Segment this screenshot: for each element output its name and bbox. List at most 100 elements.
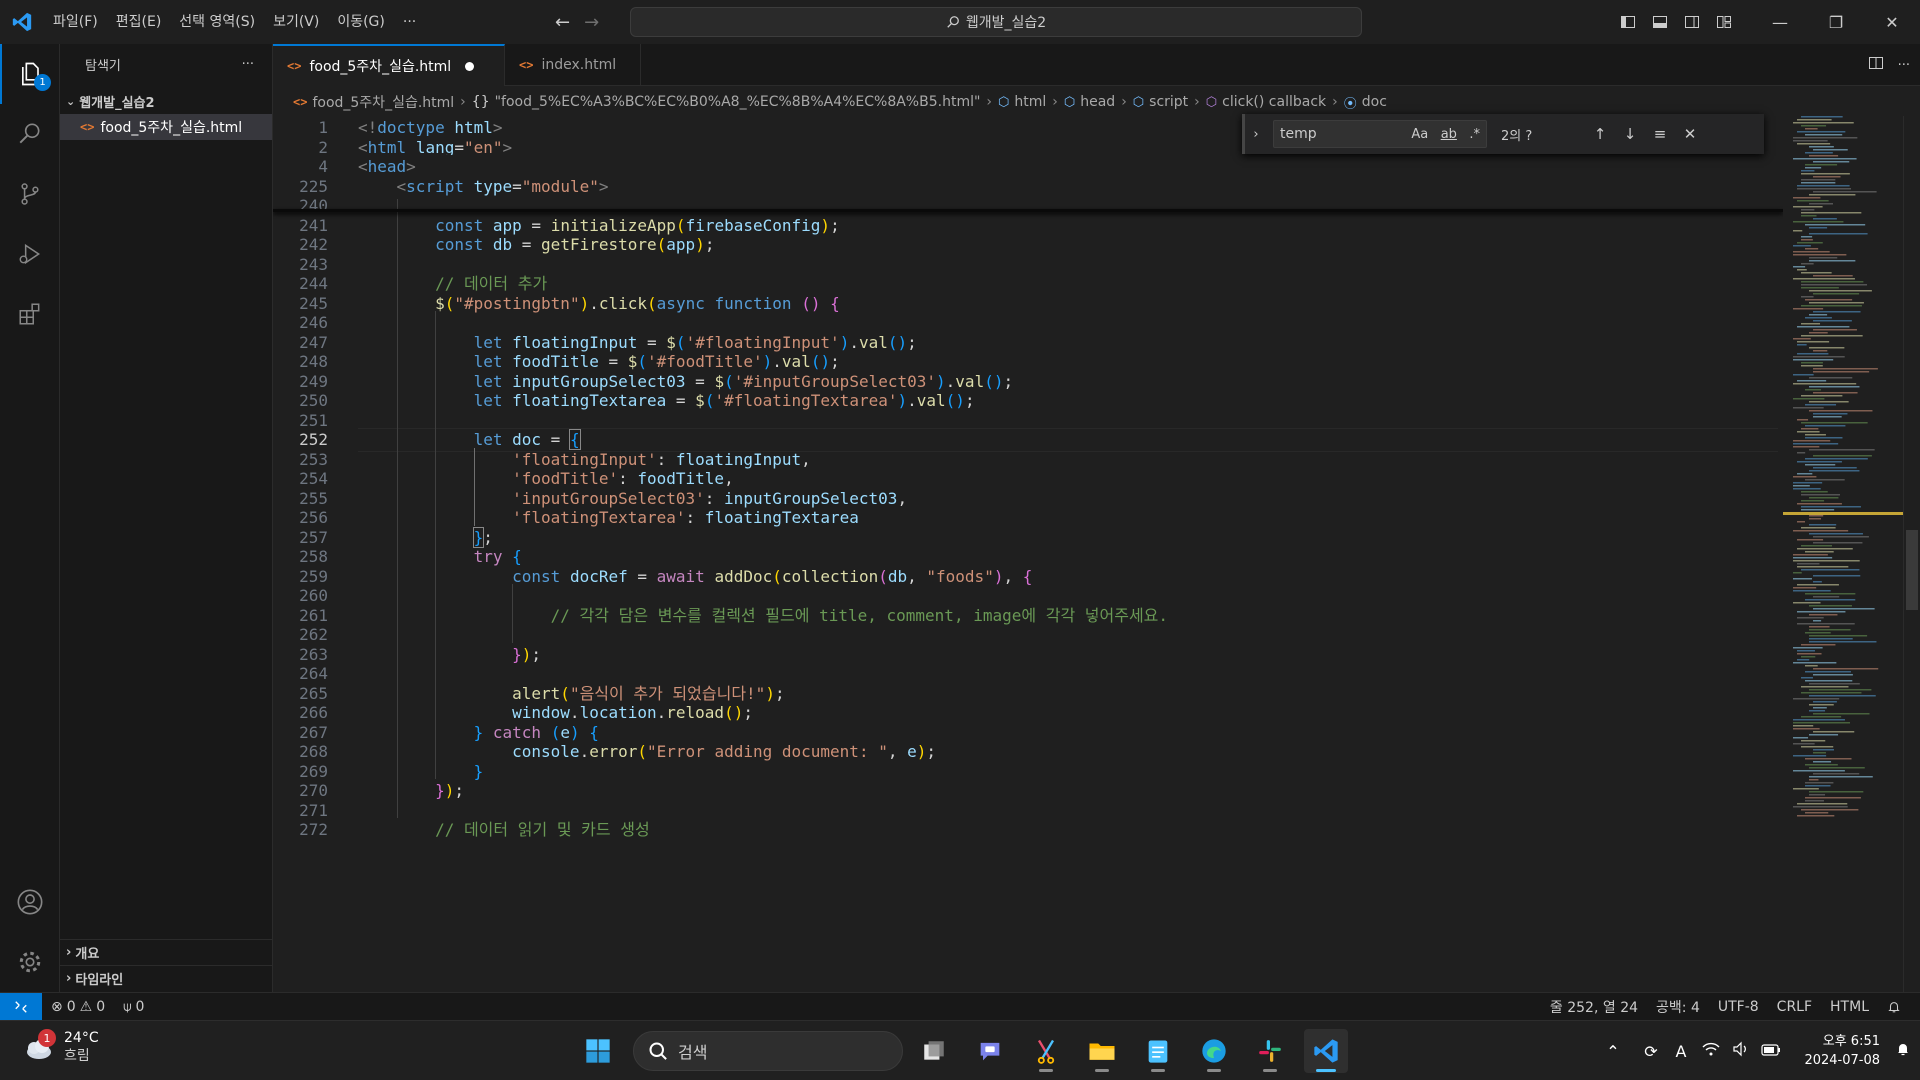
previous-match-arrow-icon[interactable]: ↑: [1585, 125, 1615, 143]
task-view-icon[interactable]: [912, 1029, 956, 1073]
ime-indicator[interactable]: A: [1666, 1042, 1696, 1061]
tab-index-html[interactable]: <> index.html: [505, 44, 641, 86]
battery-icon[interactable]: [1756, 1042, 1786, 1061]
minimap-line: [1805, 785, 1831, 787]
forward-arrow-icon[interactable]: →: [584, 12, 599, 33]
file-explorer-icon[interactable]: [1080, 1029, 1124, 1073]
menu-edit[interactable]: 편집(E): [107, 0, 171, 44]
toggle-secondary-sidebar-icon[interactable]: [1676, 0, 1708, 44]
language-mode[interactable]: HTML: [1821, 999, 1878, 1015]
find-in-selection-icon[interactable]: ≡: [1645, 125, 1675, 143]
source-control-icon[interactable]: [0, 164, 60, 224]
outline-section[interactable]: › 개요: [60, 939, 273, 965]
sync-icon[interactable]: ⟳: [1636, 1042, 1666, 1061]
show-hidden-icons-chevron-icon[interactable]: ⌃: [1598, 1042, 1628, 1061]
breadcrumb-head[interactable]: ⬡ head: [1064, 94, 1115, 110]
problems-status[interactable]: ⊗ 0 ⚠ 0: [42, 999, 114, 1015]
breadcrumb-object[interactable]: {} "food_5%EC%A3%BC%EC%B0%A8_%EC%8B%A4%EC…: [472, 94, 981, 110]
explorer-more-button[interactable]: ···: [242, 57, 254, 72]
toggle-replace-chevron-icon[interactable]: ›: [1245, 127, 1267, 142]
tab-food-html[interactable]: <> food_5주차_실습.html: [273, 44, 505, 86]
slack-icon[interactable]: [1248, 1029, 1292, 1073]
menu-selection[interactable]: 선택 영역(S): [170, 0, 264, 44]
breadcrumb-doc[interactable]: ⦿ doc: [1344, 93, 1387, 112]
vscode-taskbar-icon[interactable]: [1304, 1029, 1348, 1073]
regex-toggle[interactable]: .*: [1469, 127, 1480, 142]
remote-indicator-icon[interactable]: [0, 992, 42, 1021]
scrollbar-thumb[interactable]: [1906, 530, 1918, 610]
minimap-line: [1801, 284, 1868, 286]
code-line[interactable]: 225 <script type="module">: [273, 174, 1783, 199]
find-input[interactable]: temp Aa ab .*: [1273, 120, 1487, 148]
taskbar-search[interactable]: 검색: [633, 1031, 903, 1071]
code-editor[interactable]: 1 <!doctype html> 2 <html lang="en"> 4 <head>…: [273, 116, 1783, 992]
next-match-arrow-icon[interactable]: ↓: [1615, 125, 1645, 143]
run-debug-icon[interactable]: [0, 224, 60, 284]
encoding-status[interactable]: UTF-8: [1709, 999, 1768, 1015]
notepad-icon[interactable]: [1136, 1029, 1180, 1073]
element-cube-icon: ⬡: [1063, 94, 1076, 110]
whole-word-toggle[interactable]: ab: [1441, 127, 1457, 142]
toggle-primary-sidebar-icon[interactable]: [1612, 0, 1644, 44]
minimize-window-icon[interactable]: —: [1752, 0, 1808, 44]
editor-scrollbar[interactable]: [1903, 116, 1920, 992]
editor-more-actions-icon[interactable]: ···: [1898, 58, 1910, 73]
timeline-section[interactable]: › 타임라인: [60, 965, 273, 991]
menu-view[interactable]: 보기(V): [264, 0, 328, 44]
notification-bell-icon[interactable]: [1886, 1041, 1920, 1061]
code-token: inputGroupSelect03: [512, 371, 686, 391]
code-line[interactable]: 272 // 데이터 읽기 및 카드 생성: [273, 818, 1783, 842]
edge-browser-icon[interactable]: [1192, 1029, 1236, 1073]
minimap-line: [1801, 215, 1817, 217]
indentation-status[interactable]: 공백: 4: [1647, 997, 1709, 1017]
eol-status[interactable]: CRLF: [1768, 999, 1821, 1015]
minimap-line: [1797, 188, 1851, 190]
unsaved-dot-icon[interactable]: [465, 61, 475, 71]
app-running-indicator: [1151, 1069, 1165, 1072]
extensions-icon[interactable]: [0, 284, 60, 344]
command-center[interactable]: 웹개발_실습2: [630, 7, 1362, 37]
ports-status[interactable]: ⍦ 0: [114, 999, 153, 1015]
workspace-folder[interactable]: ⌄ 웹개발_실습2: [60, 90, 272, 112]
file-item-food[interactable]: <> food_5주차_실습.html: [60, 114, 272, 140]
breadcrumb-file[interactable]: <> food_5주차_실습.html: [293, 92, 454, 112]
cursor-position[interactable]: 줄 252, 열 24: [1541, 997, 1647, 1017]
back-arrow-icon[interactable]: ←: [555, 12, 570, 33]
menu-file[interactable]: 파일(F): [44, 0, 107, 44]
notifications-bell-icon[interactable]: [1878, 1000, 1910, 1014]
split-editor-icon[interactable]: [1868, 55, 1884, 75]
teams-chat-icon[interactable]: [968, 1029, 1012, 1073]
minimap-line: [1801, 656, 1816, 658]
volume-icon[interactable]: [1726, 1041, 1756, 1061]
match-case-toggle[interactable]: Aa: [1411, 127, 1428, 142]
snipping-tool-icon[interactable]: [1024, 1029, 1068, 1073]
maximize-window-icon[interactable]: ❐: [1808, 0, 1864, 44]
explorer-icon[interactable]: 1: [0, 44, 60, 104]
code-token: ;: [483, 527, 493, 547]
manage-gear-icon[interactable]: [0, 932, 60, 992]
minimap-line: [1801, 491, 1828, 493]
minimap-line: [1793, 743, 1815, 745]
search-icon[interactable]: [0, 104, 60, 164]
weather-widget[interactable]: 1 24°C 흐림: [20, 1029, 99, 1065]
breadcrumb-callback[interactable]: ⬡ click() callback: [1206, 94, 1326, 110]
accounts-icon[interactable]: [0, 872, 60, 932]
system-clock[interactable]: 오후 6:51 2024-07-08: [1786, 1032, 1886, 1070]
close-window-icon[interactable]: ✕: [1864, 0, 1920, 44]
code-token: e: [907, 742, 917, 761]
close-find-icon[interactable]: ✕: [1675, 125, 1705, 143]
find-match-count: 2의 ?: [1501, 128, 1533, 144]
customize-layout-icon[interactable]: [1708, 0, 1740, 44]
menu-go[interactable]: 이동(G): [328, 0, 394, 44]
toggle-panel-icon[interactable]: [1644, 0, 1676, 44]
minimap[interactable]: [1783, 116, 1903, 992]
sticky-scroll-divider: [273, 209, 1783, 212]
minimap-line: [1801, 686, 1849, 688]
activity-bar: 1: [0, 44, 60, 992]
windows-start-icon[interactable]: [576, 1029, 620, 1073]
breadcrumb-script[interactable]: ⬡ script: [1133, 94, 1188, 110]
wifi-icon[interactable]: [1696, 1041, 1726, 1061]
breadcrumb-html[interactable]: ⬡ html: [998, 94, 1046, 110]
menu-more[interactable]: ···: [394, 0, 425, 44]
